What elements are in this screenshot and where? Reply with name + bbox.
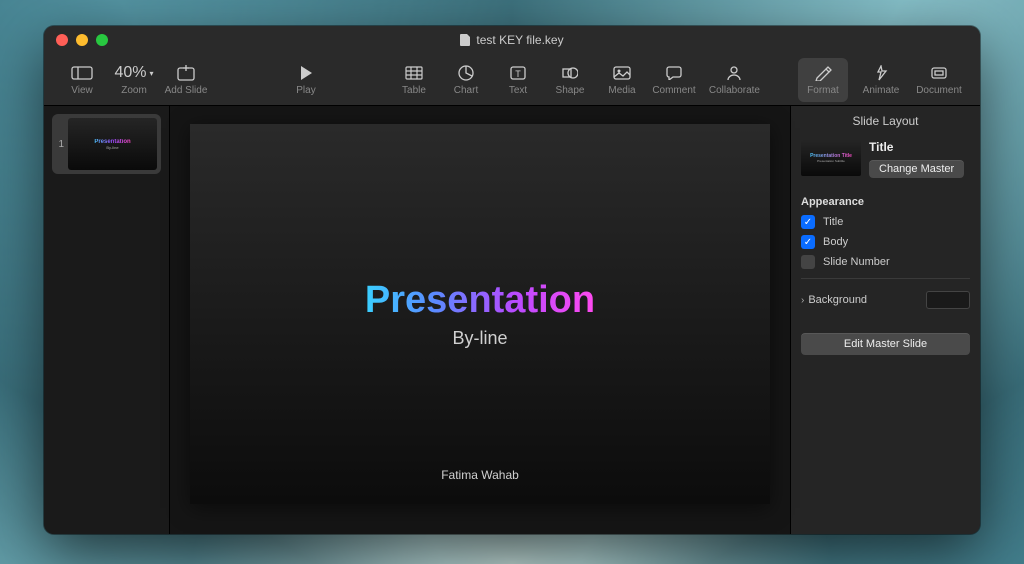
text-button[interactable]: T Text xyxy=(496,58,540,102)
media-button[interactable]: Media xyxy=(600,58,644,102)
document-tab-icon xyxy=(930,63,948,83)
body-checkbox-label: Body xyxy=(823,236,848,248)
table-button[interactable]: Table xyxy=(392,58,436,102)
slide-thumbnail-preview: Presentation By-line xyxy=(68,118,157,170)
comment-button[interactable]: Comment xyxy=(652,58,696,102)
chart-icon xyxy=(458,63,474,83)
master-thumbnail: Presentation Title Presentation Subtitle xyxy=(801,140,861,176)
slide-canvas[interactable]: Presentation By-line Fatima Wahab xyxy=(170,106,790,534)
slide-number-checkbox-label: Slide Number xyxy=(823,256,890,268)
format-icon xyxy=(814,63,832,83)
media-icon xyxy=(613,63,631,83)
body-checkbox-row[interactable]: Body xyxy=(791,232,980,252)
slide-number: 1 xyxy=(56,139,64,150)
animate-tab[interactable]: Animate xyxy=(856,58,906,102)
title-checkbox-label: Title xyxy=(823,216,843,228)
master-preview-row: Presentation Title Presentation Subtitle… xyxy=(791,136,980,188)
inspector-header: Slide Layout xyxy=(791,106,980,136)
document-tab[interactable]: Document xyxy=(914,58,964,102)
background-label: Background xyxy=(808,294,867,306)
slide-number-checkbox[interactable] xyxy=(801,255,815,269)
divider xyxy=(801,278,970,279)
text-icon: T xyxy=(510,63,526,83)
slide-navigator: 1 Presentation By-line xyxy=(44,106,170,534)
title-checkbox-row[interactable]: Title xyxy=(791,212,980,232)
svg-text:T: T xyxy=(515,69,521,79)
background-color-well[interactable] xyxy=(926,291,970,309)
body-area: 1 Presentation By-line Presentation By-l… xyxy=(44,106,980,534)
slide[interactable]: Presentation By-line Fatima Wahab xyxy=(190,124,770,504)
format-tab[interactable]: Format xyxy=(798,58,848,102)
animate-icon xyxy=(872,63,890,83)
inspector-panel: Slide Layout Presentation Title Presenta… xyxy=(790,106,980,534)
chevron-right-icon[interactable]: › xyxy=(801,295,804,306)
view-icon xyxy=(71,63,93,83)
slide-number-checkbox-row[interactable]: Slide Number xyxy=(791,252,980,272)
shape-icon xyxy=(562,63,578,83)
collaborate-button[interactable]: Collaborate xyxy=(709,58,760,102)
window-title: test KEY file.key xyxy=(44,33,980,47)
collaborate-icon xyxy=(725,63,743,83)
table-icon xyxy=(405,63,423,83)
slide-title[interactable]: Presentation xyxy=(365,279,595,322)
zoom-control[interactable]: 40% ▾ Zoom xyxy=(112,58,156,102)
play-icon xyxy=(299,63,313,83)
background-row[interactable]: › Background xyxy=(791,285,980,315)
add-slide-button[interactable]: Add Slide xyxy=(164,58,208,102)
add-slide-icon xyxy=(177,63,195,83)
appearance-section-title: Appearance xyxy=(791,188,980,212)
toolbar: View 40% ▾ Zoom Add Slide Play xyxy=(44,54,980,106)
slide-footer[interactable]: Fatima Wahab xyxy=(441,468,519,482)
shape-button[interactable]: Shape xyxy=(548,58,592,102)
view-button[interactable]: View xyxy=(60,58,104,102)
change-master-button[interactable]: Change Master xyxy=(869,160,964,178)
play-button[interactable]: Play xyxy=(276,58,336,102)
document-icon xyxy=(460,34,470,46)
comment-icon xyxy=(666,63,682,83)
edit-master-slide-button[interactable]: Edit Master Slide xyxy=(801,333,970,355)
chart-button[interactable]: Chart xyxy=(444,58,488,102)
body-checkbox[interactable] xyxy=(801,235,815,249)
zoom-value: 40% xyxy=(114,64,146,82)
slide-subtitle[interactable]: By-line xyxy=(452,328,507,349)
title-checkbox[interactable] xyxy=(801,215,815,229)
titlebar: test KEY file.key xyxy=(44,26,980,54)
master-name: Title xyxy=(869,140,964,154)
window-title-text: test KEY file.key xyxy=(476,33,563,47)
slide-thumbnail[interactable]: 1 Presentation By-line xyxy=(52,114,161,174)
chevron-down-icon: ▾ xyxy=(150,69,154,78)
app-window: test KEY file.key View 40% ▾ Zoom Add Sl… xyxy=(44,26,980,534)
